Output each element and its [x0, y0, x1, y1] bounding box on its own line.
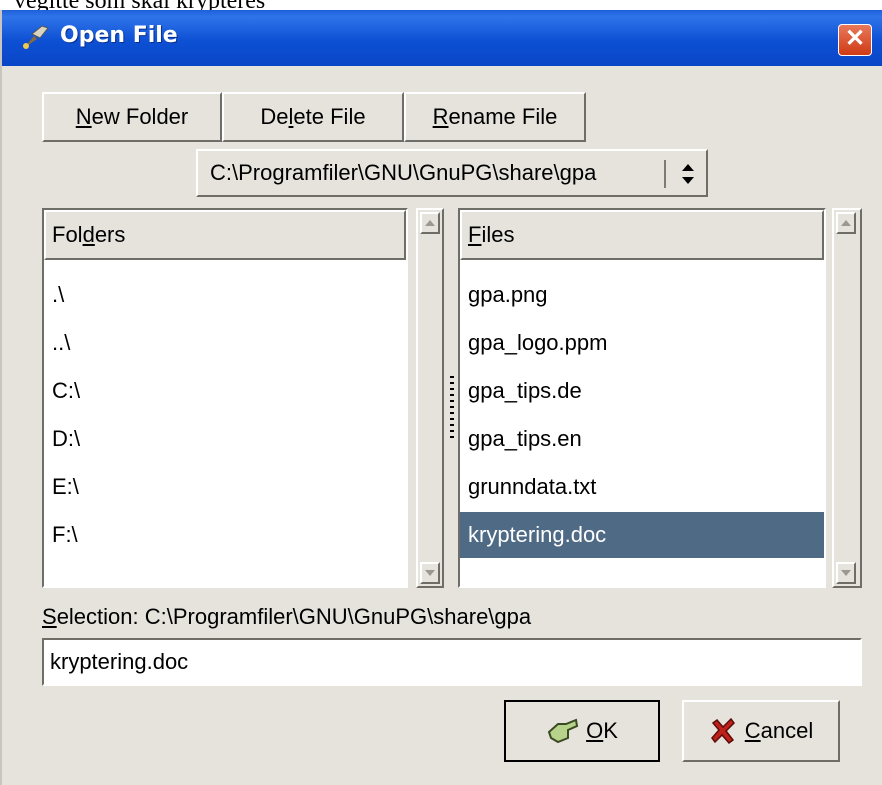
file-list-item[interactable]: gpa_logo.ppm — [460, 320, 824, 366]
directory-combo-value: C:\Programfiler\GNU\GnuPG\share\gpa — [210, 160, 597, 185]
combo-separator — [664, 160, 666, 188]
rename-file-button[interactable]: Rename File — [404, 92, 586, 142]
cancel-x-icon — [710, 717, 735, 745]
file-list-item[interactable]: gpa_tips.en — [460, 416, 824, 462]
ok-hand-icon — [547, 718, 579, 744]
file-list-item[interactable]: grunndata.txt — [460, 464, 824, 510]
folders-list: Fol d ers .\ ..\ C:\ D:\ E:\ F:\ — [42, 208, 408, 588]
folder-list-item[interactable]: E:\ — [44, 464, 406, 510]
arrow-down-icon — [841, 570, 851, 576]
filename-input-value: kryptering.doc — [50, 649, 189, 674]
files-scrollbar[interactable] — [832, 208, 862, 588]
close-button[interactable]: ✕ — [838, 24, 872, 56]
file-list-item[interactable]: gpa_tips.de — [460, 368, 824, 414]
open-file-dialog: Open File ✕ New Folder De l ete File Renam… — [0, 10, 882, 785]
folder-list-item[interactable]: C:\ — [44, 368, 406, 414]
dialog-title: Open File — [60, 23, 178, 48]
files-scroll-down-button[interactable] — [836, 562, 856, 584]
close-icon: ✕ — [844, 25, 866, 52]
folder-list-item[interactable]: .\ — [44, 272, 406, 318]
folders-scroll-down-button[interactable] — [420, 562, 440, 584]
folders-scrollbar[interactable] — [416, 208, 444, 588]
arrow-down-icon — [425, 570, 435, 576]
selection-label: Selection: C:\Programfiler\GNU\GnuPG\sha… — [42, 604, 532, 629]
files-scroll-up-button[interactable] — [836, 212, 856, 234]
folder-list-item[interactable]: ..\ — [44, 320, 406, 366]
gpa-app-icon — [23, 25, 49, 49]
folders-column-header[interactable]: Fol d ers — [44, 210, 406, 260]
folder-list-item[interactable]: F:\ — [44, 512, 406, 558]
directory-combo[interactable]: C:\Programfiler\GNU\GnuPG\share\gpa — [196, 149, 708, 197]
folders-scroll-up-button[interactable] — [420, 212, 440, 234]
file-list-item[interactable]: kryptering.doc — [460, 512, 824, 558]
arrow-up-icon — [841, 220, 851, 226]
title-bar[interactable]: Open File ✕ — [2, 10, 882, 66]
files-column-header[interactable]: Files — [460, 210, 824, 260]
selection-path: C:\Programfiler\GNU\GnuPG\share\gpa — [144, 604, 532, 629]
arrow-up-icon — [425, 220, 435, 226]
ok-button[interactable]: OK — [504, 700, 660, 762]
filename-input[interactable]: kryptering.doc — [42, 638, 862, 686]
delete-file-button[interactable]: De l ete File — [222, 92, 404, 142]
files-list: Files gpa.png gpa_logo.ppm gpa_tips.de gpa_… — [458, 208, 826, 588]
folder-list-item[interactable]: D:\ — [44, 416, 406, 462]
file-list-item[interactable]: gpa.png — [460, 272, 824, 318]
new-folder-button[interactable]: New Folder — [42, 92, 222, 142]
pane-resize-handle[interactable] — [450, 376, 454, 440]
cancel-button[interactable]: Cancel — [682, 700, 840, 762]
updown-arrows-icon[interactable] — [676, 156, 700, 192]
